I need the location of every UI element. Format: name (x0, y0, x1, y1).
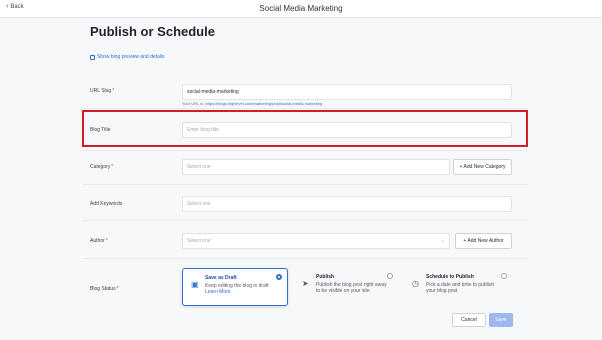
draft-icon: ▣ (191, 280, 199, 289)
blog-title-input[interactable]: Enter blog title (182, 122, 512, 138)
status-option-draft[interactable]: ▣ Save as Draft Keep editing the blog in… (182, 268, 288, 306)
save-button[interactable]: Save (489, 313, 513, 327)
top-bar: ‹ Back Social Media Marketing (0, 0, 602, 18)
preview-link[interactable]: Show blog preview and details (90, 54, 165, 60)
blog-status-label: Blog Status* (90, 286, 119, 292)
url-hint-link[interactable]: https://blogs.highlevel.com/marketing/po… (205, 101, 322, 106)
url-slug-input[interactable]: social-media-marketing (182, 84, 512, 100)
url-hint: Your URL is: https://blogs.highlevel.com… (182, 101, 323, 106)
app-title: Social Media Marketing (259, 4, 343, 13)
category-label: Category* (90, 164, 114, 170)
divider (82, 220, 528, 221)
add-category-button[interactable]: + Add New Category (453, 159, 512, 175)
status-option-desc: Pick a date and time to publish your blo… (426, 282, 495, 294)
status-option-title: Schedule to Publish (426, 274, 474, 280)
divider (82, 184, 528, 185)
url-slug-label: URL Slug* (90, 88, 115, 94)
status-option-title: Save as Draft (205, 275, 237, 281)
radio-selected (276, 274, 282, 280)
status-option-schedule[interactable]: ◷ Schedule to Publish Pick a date and ti… (404, 268, 512, 306)
cancel-button[interactable]: Cancel (452, 313, 486, 327)
clock-icon: ◷ (412, 279, 419, 288)
divider (82, 258, 528, 259)
preview-link-label: Show blog preview and details (97, 54, 165, 60)
send-icon: ➤ (302, 279, 309, 288)
page-title: Publish or Schedule (90, 24, 215, 39)
divider (82, 150, 528, 151)
blog-title-label: Blog Title (90, 127, 111, 133)
author-select[interactable]: Select one ⌄ (182, 233, 450, 249)
status-option-desc: Publish the blog post right away to be v… (316, 282, 387, 294)
radio-unselected (501, 273, 507, 279)
preview-icon (90, 54, 95, 60)
status-option-title: Publish (316, 274, 335, 280)
chevron-down-icon: ⌄ (440, 238, 445, 244)
keywords-label: Add Keywords (90, 201, 123, 207)
learn-more-link[interactable]: Learn More (205, 289, 279, 295)
category-select[interactable]: Select one (182, 159, 450, 175)
keywords-input[interactable]: Select one (182, 196, 512, 212)
divider (82, 108, 528, 109)
status-option-publish[interactable]: ➤ Publish Publish the blog post right aw… (294, 268, 398, 306)
radio-unselected (387, 273, 393, 279)
author-label: Author* (90, 238, 108, 244)
add-author-button[interactable]: + Add New Author (455, 233, 512, 249)
